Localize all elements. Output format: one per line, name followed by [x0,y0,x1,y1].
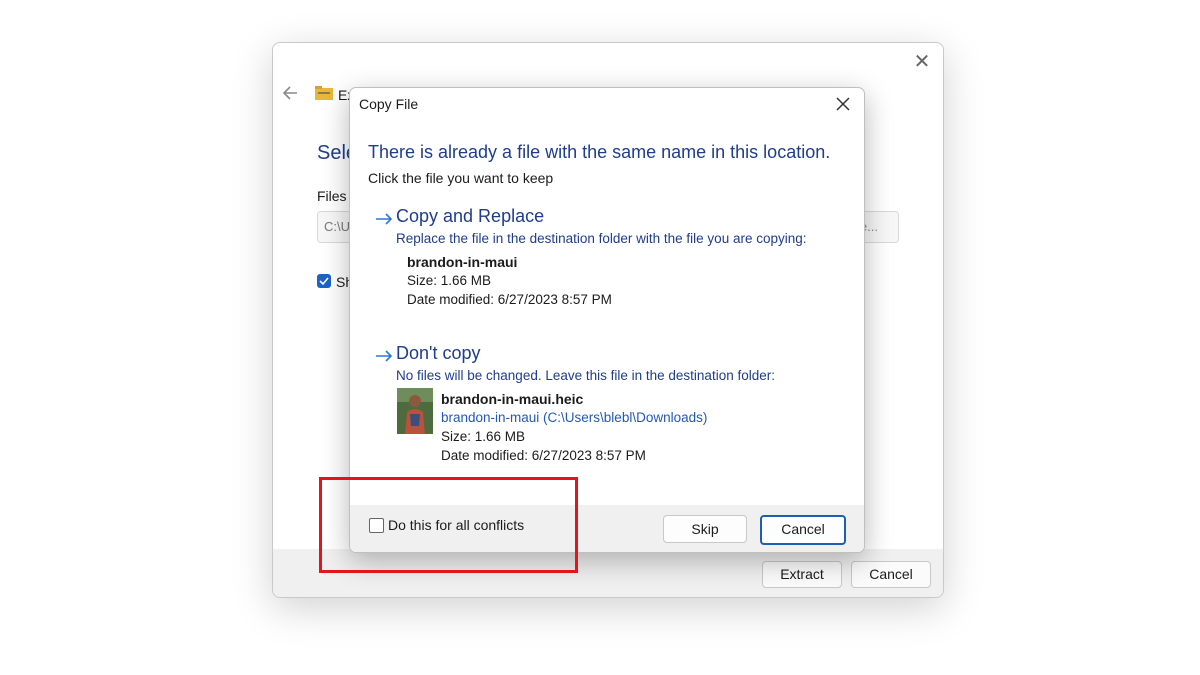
wizard-cancel-button[interactable]: Cancel [851,561,931,588]
file-size: Size: 1.66 MB [441,429,526,444]
file-date: Date modified: 6/27/2023 8:57 PM [407,292,612,307]
cancel-button[interactable]: Cancel [760,515,846,545]
highlight-box [319,477,578,573]
file-date: Date modified: 6/27/2023 8:57 PM [441,448,646,463]
back-arrow-icon[interactable] [281,83,301,103]
option-title: Don't copy [396,343,481,363]
option-title: Copy and Replace [396,206,545,226]
close-icon[interactable] [833,94,853,114]
zip-folder-icon [315,86,333,100]
dialog-heading: There is already a file with the same na… [368,142,831,162]
file-name: brandon-in-maui [407,254,518,270]
arrow-right-icon [376,213,393,225]
close-icon[interactable]: ✕ [911,51,933,73]
file-location: brandon-in-maui (C:\Users\blebl\Download… [441,410,708,425]
dialog-subheading: Click the file you want to keep [368,170,554,186]
file-size: Size: 1.66 MB [407,273,492,288]
skip-button[interactable]: Skip [663,515,747,543]
arrow-right-icon [376,350,393,362]
photo-thumbnail [397,388,433,434]
checkmark-icon [319,277,329,286]
dialog-title: Copy File [359,96,419,112]
show-files-checkbox[interactable] [317,274,331,288]
extract-button[interactable]: Extract [762,561,842,588]
file-name: brandon-in-maui.heic [441,391,584,407]
path-value: C:\U [324,219,350,234]
option-description: Replace the file in the destination fold… [396,231,807,246]
option-description: No files will be changed. Leave this fil… [396,368,775,383]
